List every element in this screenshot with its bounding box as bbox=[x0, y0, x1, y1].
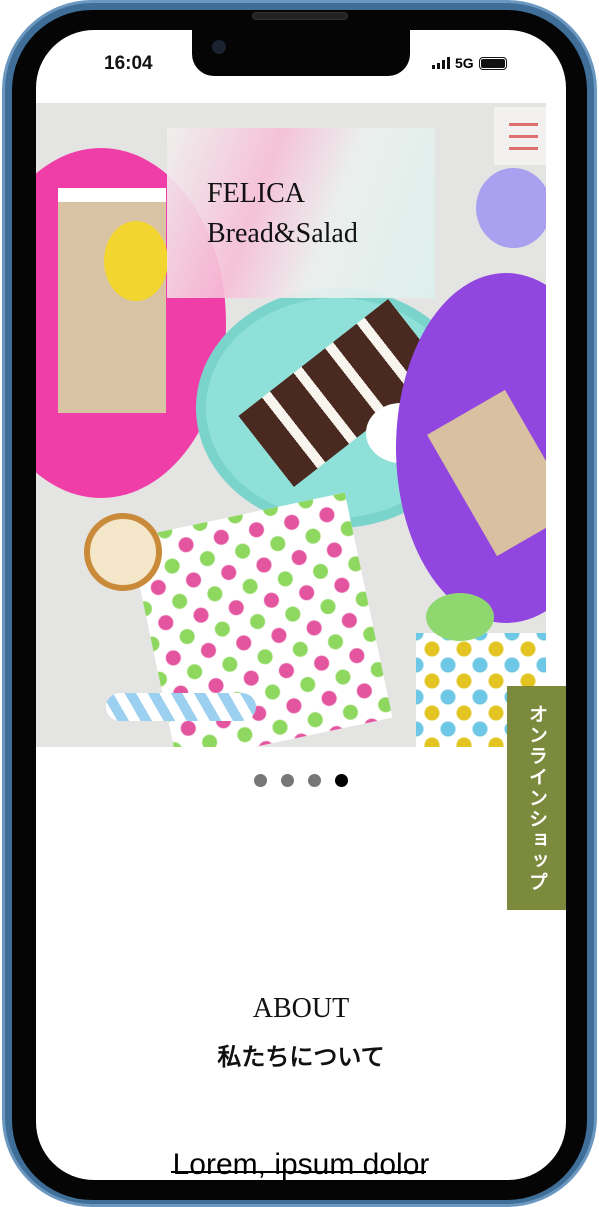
carousel-dot-2[interactable] bbox=[281, 774, 294, 787]
online-shop-tab[interactable]: オンラインショップ bbox=[507, 686, 566, 910]
hamburger-line bbox=[509, 146, 538, 150]
network-label: 5G bbox=[455, 55, 474, 71]
speaker bbox=[252, 12, 348, 20]
hero-carousel[interactable]: FELICA Bread&Salad bbox=[36, 103, 546, 747]
purple-donut bbox=[476, 168, 546, 248]
strikethrough-line bbox=[171, 1171, 426, 1173]
yellow-donut bbox=[104, 221, 168, 301]
screen: FELICA Bread&Salad オンラインショップ ABOUT 私たちにつ… bbox=[36, 30, 566, 1180]
logo-line-2: Bread&Salad bbox=[207, 218, 358, 249]
about-body-text: Lorem, ipsum dolor bbox=[172, 1148, 430, 1180]
notch bbox=[192, 30, 410, 76]
tart bbox=[84, 513, 162, 591]
camera-icon bbox=[212, 40, 226, 54]
carousel-dot-4-active[interactable] bbox=[335, 774, 348, 787]
carousel-pagination bbox=[254, 774, 348, 787]
about-title-ja: 私たちについて bbox=[217, 1044, 385, 1071]
cake-slice bbox=[58, 188, 166, 413]
battery-icon bbox=[478, 56, 507, 70]
status-icons: 5G bbox=[432, 55, 507, 71]
carousel-dot-3[interactable] bbox=[308, 774, 321, 787]
site-logo[interactable]: FELICA Bread&Salad bbox=[167, 128, 435, 298]
menu-button[interactable] bbox=[494, 107, 546, 165]
marshmallow bbox=[106, 693, 256, 721]
signal-icon bbox=[432, 57, 450, 69]
macaron bbox=[426, 593, 494, 641]
hamburger-line bbox=[509, 134, 538, 138]
about-title-en: ABOUT bbox=[252, 993, 350, 1024]
logo-line-1: FELICA bbox=[207, 178, 305, 209]
hamburger-icon bbox=[509, 122, 538, 126]
status-time: 16:04 bbox=[104, 53, 153, 74]
carousel-dot-1[interactable] bbox=[254, 774, 267, 787]
